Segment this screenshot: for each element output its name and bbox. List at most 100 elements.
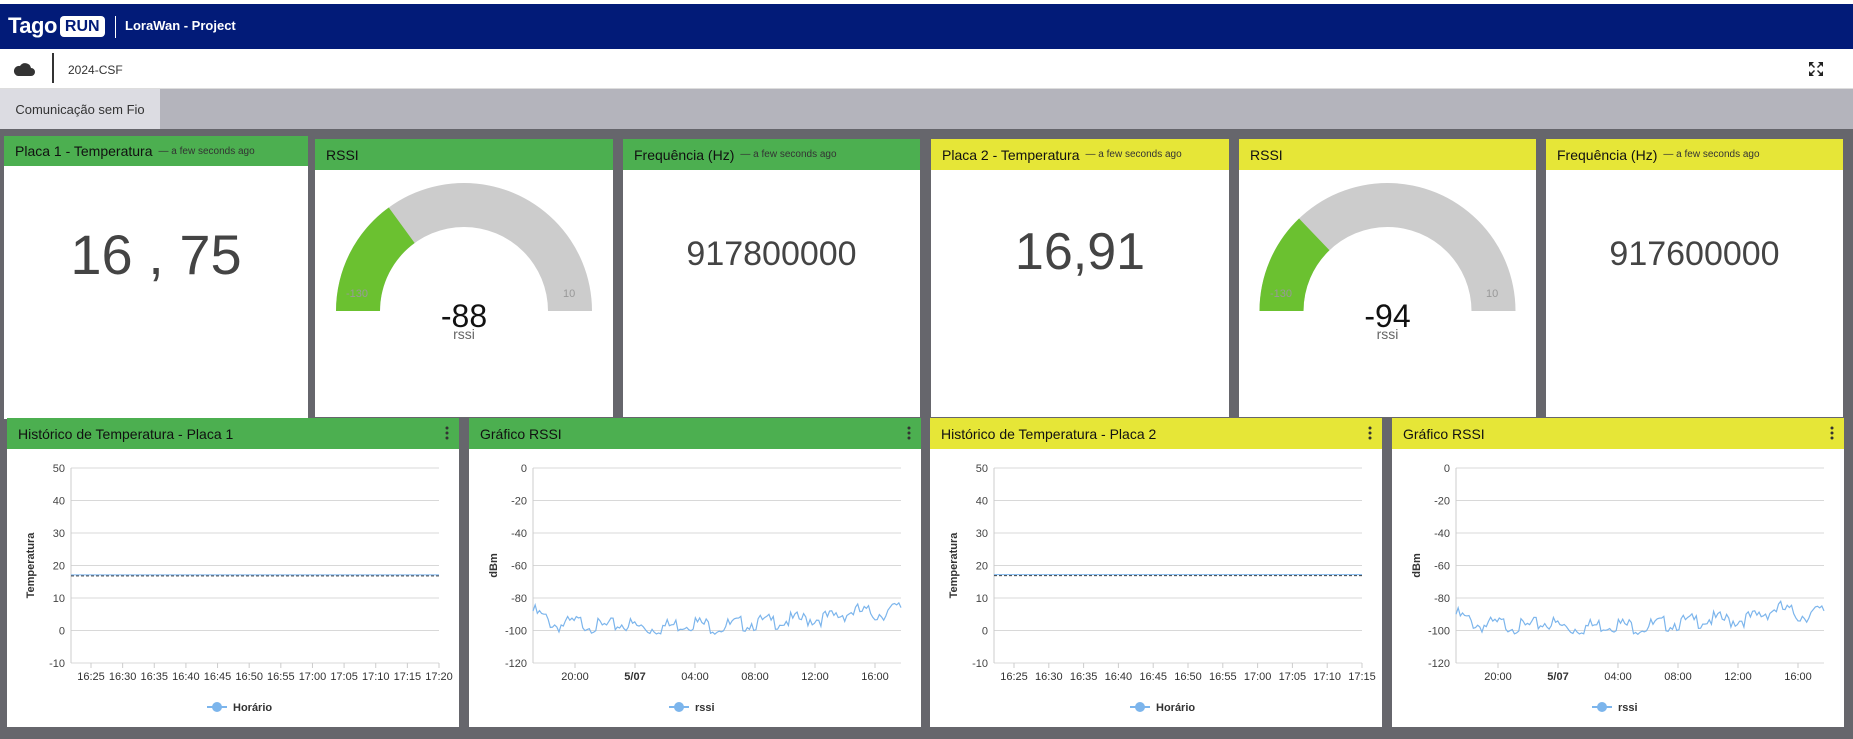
widget-freq-placa1: Frequência (Hz) — a few seconds ago 9178… [623, 139, 920, 417]
widget-header: Histórico de Temperatura - Placa 2 [930, 418, 1382, 449]
widget-header: Histórico de Temperatura - Placa 1 [7, 418, 459, 449]
widget-hist-temp-placa2: Histórico de Temperatura - Placa 2 50 40 3… [930, 418, 1382, 727]
widget-rssi-placa1: RSSI -130 10 -88 rssi [315, 139, 613, 417]
y-tick-label: 30 [53, 528, 65, 540]
temperature-value: 16 , 75 [70, 223, 242, 286]
x-tick-label: 16:45 [204, 671, 232, 683]
more-options-icon[interactable] [907, 426, 911, 440]
widget-temp-placa1: Placa 1 - Temperatura — a few seconds ag… [4, 136, 308, 419]
x-tick-label: 12:00 [801, 671, 829, 683]
widget-header: RSSI [315, 139, 613, 170]
y-tick-label: -10 [49, 658, 65, 670]
dashboard-canvas: Placa 1 - Temperatura — a few seconds ag… [0, 129, 1853, 739]
widget-header: RSSI [1239, 139, 1536, 170]
tago-run-logo[interactable]: Tago RUN [8, 13, 105, 38]
widget-title: Placa 2 - Temperatura [942, 146, 1080, 163]
x-tick-label: 17:10 [362, 671, 390, 683]
x-tick-label: 04:00 [1604, 671, 1632, 683]
tab-bar: Comunicação sem Fio [0, 89, 1853, 129]
x-tick-label: 16:00 [861, 671, 889, 683]
widget-title: Frequência (Hz) [634, 146, 735, 163]
y-tick-label: 0 [982, 626, 988, 638]
x-tick-label: 16:40 [172, 671, 200, 683]
y-tick-label: -20 [511, 496, 527, 508]
x-tick-label: 16:50 [235, 671, 263, 683]
x-tick-label: 17:00 [299, 671, 327, 683]
y-tick-label: 30 [976, 528, 988, 540]
widget-header: Frequência (Hz) — a few seconds ago [623, 139, 920, 170]
widget-title: Histórico de Temperatura - Placa 2 [941, 425, 1157, 442]
widget-header: Placa 2 - Temperatura — a few seconds ag… [931, 139, 1229, 170]
logo-divider [115, 16, 116, 38]
rssi-chart: 0 -20 -40 -60 -80 -100 -120 dBm 20:00 5/07 04:00 08… [1411, 463, 1825, 714]
frequency-value: 917600000 [1609, 235, 1780, 273]
top-bar: Tago RUN LoraWan - Project [0, 4, 1853, 49]
x-tick-label: 20:00 [561, 671, 589, 683]
y-tick-label: -80 [1434, 593, 1450, 605]
widget-header: Frequência (Hz) — a few seconds ago [1546, 139, 1843, 170]
legend-marker [212, 702, 222, 712]
divider [52, 53, 54, 83]
last-updated: — a few seconds ago [740, 149, 837, 160]
widget-title: Gráfico RSSI [480, 425, 562, 442]
series-line [1455, 600, 1825, 636]
y-tick-label: -10 [972, 658, 988, 670]
widget-title: Frequência (Hz) [1557, 146, 1658, 163]
widget-header: Placa 1 - Temperatura — a few seconds ag… [4, 136, 308, 166]
legend-label: Horário [1156, 702, 1195, 714]
rssi-unit: rssi [453, 326, 475, 342]
widget-title: RSSI [1250, 146, 1283, 163]
y-tick-label: 10 [976, 593, 988, 605]
y-tick-label: -60 [1434, 561, 1450, 573]
widget-hist-temp-placa1: Histórico de Temperatura - Placa 1 50 40 3… [7, 418, 459, 727]
widget-header: Gráfico RSSI [1392, 418, 1844, 449]
y-axis-label: Temperatura [948, 532, 960, 599]
x-tick-label: 17:00 [1244, 671, 1272, 683]
widget-rssi-chart-placa2: Gráfico RSSI 0 -20 -40 -60 -80 -100 -120 dBm 20:… [1392, 418, 1844, 727]
widget-title: Placa 1 - Temperatura [15, 143, 153, 159]
more-options-icon[interactable] [1368, 426, 1372, 440]
temperature-value: 16,91 [1014, 223, 1146, 281]
x-tick-label: 16:00 [1784, 671, 1812, 683]
y-tick-label: 50 [976, 463, 988, 475]
fullscreen-icon[interactable] [1808, 61, 1824, 77]
legend-marker [674, 702, 684, 712]
x-tick-label: 08:00 [741, 671, 769, 683]
rssi-chart: 0 -20 -40 -60 -80 -100 -120 dBm 20:00 5/07 04:00 08… [488, 463, 902, 714]
legend-label: Horário [233, 702, 272, 714]
more-options-icon[interactable] [1830, 426, 1834, 440]
legend-marker [1135, 702, 1145, 712]
dashboard-name: 2024-CSF [68, 63, 123, 77]
widget-title: Gráfico RSSI [1403, 425, 1485, 442]
y-tick-label: -60 [511, 561, 527, 573]
y-tick-label: -120 [1428, 658, 1450, 670]
y-axis-label: dBm [1411, 553, 1423, 578]
y-tick-label: 0 [59, 626, 65, 638]
x-tick-label: 17:20 [425, 671, 453, 683]
temperature-history-chart: 50 40 30 20 10 0 -10 Temperatura 16:25 16:30 16:35… [25, 463, 453, 714]
y-tick-label: -100 [505, 626, 527, 638]
cloud-icon[interactable] [12, 59, 36, 79]
y-tick-label: -100 [1428, 626, 1450, 638]
tab-comunicacao-sem-fio[interactable]: Comunicação sem Fio [0, 89, 160, 129]
y-axis-label: Temperatura [25, 532, 37, 599]
x-tick-label: 17:15 [1348, 671, 1376, 683]
temperature-history-chart: 50 40 30 20 10 0 -10 Temperatura 16:25 16:30 16:35… [948, 463, 1376, 714]
y-tick-label: 20 [976, 561, 988, 573]
widget-temp-placa2: Placa 2 - Temperatura — a few seconds ag… [931, 139, 1229, 417]
y-tick-label: 20 [53, 561, 65, 573]
y-tick-label: 10 [53, 593, 65, 605]
y-tick-label: 0 [521, 463, 527, 475]
widget-title: RSSI [326, 146, 359, 163]
x-tick-label: 17:15 [394, 671, 422, 683]
y-tick-label: -120 [505, 658, 527, 670]
frequency-value: 917800000 [686, 235, 857, 273]
x-tick-label: 16:30 [1035, 671, 1063, 683]
widget-freq-placa2: Frequência (Hz) — a few seconds ago 9176… [1546, 139, 1843, 417]
widget-title: Histórico de Temperatura - Placa 1 [18, 425, 234, 442]
more-options-icon[interactable] [445, 426, 449, 440]
legend-marker [1597, 702, 1607, 712]
logo-text: Tago [8, 13, 57, 38]
y-tick-label: -40 [511, 528, 527, 540]
x-tick-label: 16:35 [141, 671, 169, 683]
